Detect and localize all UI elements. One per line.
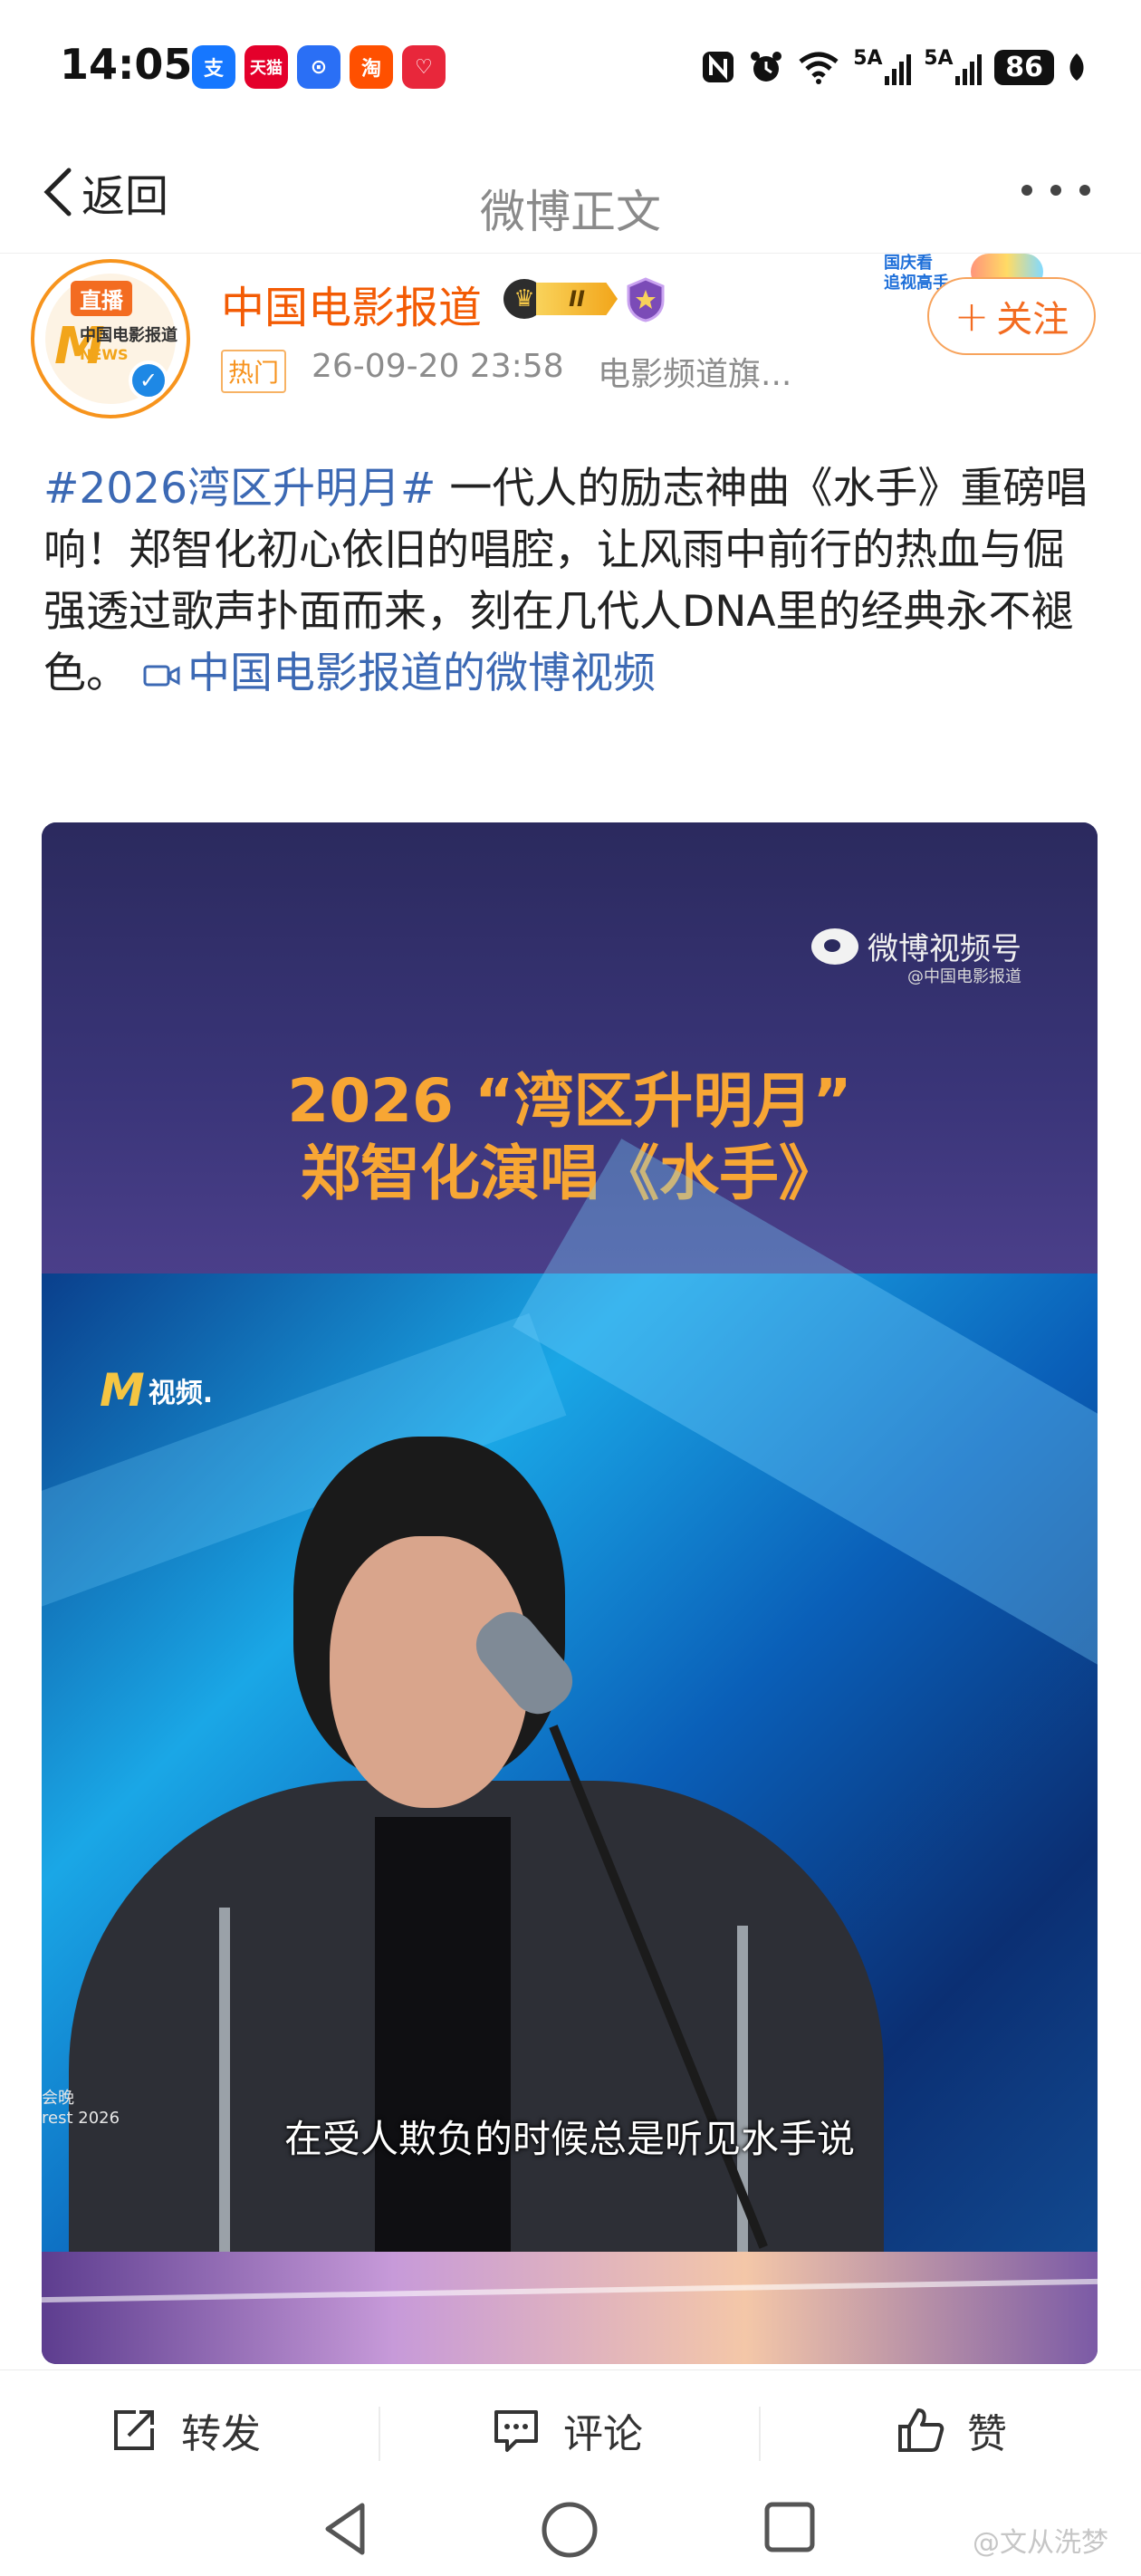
video-frame: M 视频. 会晚 rest 2026 在受人欺负的时候总是听见水手说	[42, 1139, 1098, 2270]
repost-label: 转发	[181, 2411, 261, 2457]
status-indicators: 5A 5A 86	[701, 47, 1087, 87]
signal-icon-1: 5A	[853, 47, 912, 87]
like-label: 赞	[967, 2411, 1007, 2457]
wifi-icon	[797, 47, 840, 87]
video-player[interactable]: 微博视频号 @中国电影报道 2026 “湾区升明月” 郑智化演唱《水手》 M 视…	[42, 822, 1098, 2364]
follow-button[interactable]: + 关注	[927, 277, 1096, 355]
platform-handle: @中国电影报道	[907, 967, 1021, 986]
action-divider	[759, 2407, 761, 2461]
nfc-icon	[701, 47, 735, 87]
video-subtitle: 在受人欺负的时候总是听见水手说	[283, 2117, 855, 2161]
taobao-icon: 淘	[350, 45, 393, 89]
comment-icon	[494, 2410, 538, 2452]
vip-badge[interactable]: ♛ II	[503, 279, 621, 319]
avatar-brand-text: 中国电影报道	[80, 326, 177, 345]
more-options-button[interactable]	[1021, 185, 1090, 196]
video-icon	[143, 665, 180, 687]
video-link-label: 中国电影报道的微博视频	[187, 649, 656, 698]
dot-icon	[1079, 185, 1090, 196]
watermark: @文从洗梦	[973, 2527, 1108, 2559]
shield-icon[interactable]	[625, 277, 666, 322]
system-nav-bar	[0, 2455, 1141, 2576]
leaf-icon	[1067, 47, 1087, 87]
video-title-line2: 郑智化演唱《水手》	[301, 1139, 839, 1208]
avatar-live-label: 直播	[71, 281, 132, 316]
back-triangle-icon[interactable]	[321, 2500, 371, 2558]
home-circle-icon[interactable]	[540, 2500, 599, 2560]
crutch-left	[219, 1908, 230, 2270]
author-header: 直播 M 中国电影报道 NEWS ✓ 中国电影报道 ♛ II 热门 26-09-…	[0, 254, 1141, 418]
video-stage-floor	[42, 2252, 1098, 2364]
plus-icon: +	[954, 292, 990, 341]
avatar-news-text: NEWS	[80, 346, 129, 363]
channel-logo-text: 视频.	[148, 1378, 214, 1409]
signal-icon-2: 5A	[924, 47, 983, 87]
follow-label: 关注	[996, 299, 1069, 341]
post-timestamp: 26-09-20 23:58	[312, 348, 564, 385]
share-icon	[114, 2410, 154, 2450]
dot-icon	[1050, 185, 1061, 196]
post-body: #2026湾区升明月# 一代人的励志神曲《水手》重磅唱响！郑智化初心依旧的唱腔，…	[43, 458, 1103, 705]
dot-icon	[1021, 185, 1032, 196]
alarm-icon	[748, 47, 784, 87]
video-title-card: 微博视频号 @中国电影报道 2026 “湾区升明月” 郑智化演唱《水手》	[42, 822, 1098, 1275]
video-link[interactable]: 中国电影报道的微博视频	[142, 649, 656, 698]
weibo-icon	[811, 928, 858, 965]
post-source: 电影频道旗...	[598, 356, 792, 393]
battery-level: 86	[994, 49, 1054, 85]
recents-square-icon[interactable]	[762, 2500, 817, 2554]
platform-name: 微博视频号	[868, 931, 1021, 967]
page-title: 微博正文	[480, 186, 661, 238]
alipay-icon: 支	[192, 45, 235, 89]
vip-level: II	[536, 283, 618, 315]
hot-tag: 热门	[221, 350, 287, 393]
weibo-post-page: 14:05 支 天猫 ⊙ 淘 ♡ 5A 5A 86 返回 微博正文 直播 M 中…	[0, 0, 1141, 2576]
author-name[interactable]: 中国电影报道	[221, 272, 482, 335]
channel-logo: M 视频.	[100, 1364, 214, 1417]
weibo-video-logo: 微博视频号	[811, 924, 1021, 968]
top-nav-bar: 返回 微博正文	[0, 136, 1141, 254]
app-icon: ⊙	[297, 45, 340, 89]
verified-icon: ✓	[129, 360, 168, 400]
tmall-icon: 天猫	[244, 45, 288, 89]
notification-app-icons: 支 天猫 ⊙ 淘 ♡	[192, 45, 446, 89]
pinduoduo-icon: ♡	[402, 45, 446, 89]
action-divider	[379, 2407, 380, 2461]
comment-label: 评论	[563, 2411, 643, 2457]
status-bar: 14:05 支 天猫 ⊙ 淘 ♡ 5A 5A 86	[0, 0, 1141, 136]
topic-link[interactable]: #2026湾区升明月#	[43, 464, 436, 514]
thumbs-up-icon	[898, 2408, 944, 2452]
avatar[interactable]: 直播 M 中国电影报道 NEWS	[31, 259, 190, 418]
status-time: 14:05	[60, 40, 193, 89]
